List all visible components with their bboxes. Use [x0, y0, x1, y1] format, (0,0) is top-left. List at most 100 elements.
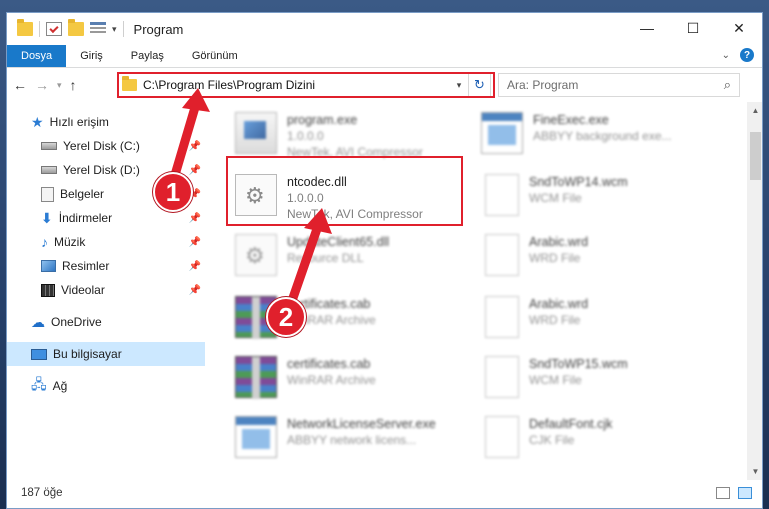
step-badge-1: 1	[153, 172, 193, 212]
scroll-up-arrow-icon[interactable]: ▲	[747, 102, 762, 119]
window-title: Program	[133, 21, 184, 37]
music-icon: ♪	[41, 234, 48, 250]
maximize-button[interactable]: ☐	[670, 13, 716, 43]
sidebar-item-music[interactable]: ♪ Müzik 📌	[7, 230, 205, 254]
sidebar-item-label: Hızlı erişim	[49, 115, 109, 129]
file-item[interactable]: SndToWP14.wcm WCM File	[475, 170, 705, 222]
file-item[interactable]: UpdateClient65.dll Resource DLL	[229, 230, 459, 282]
file-name: Arabic.wrd	[529, 235, 589, 249]
help-icon[interactable]: ?	[740, 48, 754, 62]
refresh-icon[interactable]: ↻	[468, 74, 490, 96]
file-item[interactable]: FineExec.exe ABBYY background exe...	[475, 108, 705, 160]
pin-icon[interactable]: 📌	[189, 261, 201, 272]
file-item[interactable]: Arabic.wrd WRD File	[475, 230, 705, 282]
sidebar-item-local-disk-c[interactable]: Yerel Disk (C:) 📌	[7, 134, 205, 158]
forward-arrow-icon[interactable]: →	[35, 77, 49, 93]
chevron-down-icon[interactable]: ▾	[112, 24, 117, 35]
sidebar-item-label: Ağ	[52, 379, 68, 393]
address-bar[interactable]: C:\Program Files\Program Dizini ▾ ↻	[117, 73, 491, 97]
step-badge-2: 2	[266, 297, 306, 337]
file-version: 1.0.0.0	[287, 129, 324, 143]
sidebar-item-label: İndirmeler	[58, 211, 113, 225]
file-type: WRD File	[529, 313, 581, 327]
up-arrow-icon[interactable]: ↑	[70, 77, 77, 93]
pictures-icon	[41, 260, 56, 272]
sidebar-item-label: Yerel Disk (C:)	[63, 139, 140, 153]
file-type: WCM File	[529, 373, 582, 387]
sidebar-item-this-pc[interactable]: Bu bilgisayar	[7, 342, 205, 366]
scrollbar-thumb[interactable]	[750, 132, 761, 180]
details-view-icon[interactable]	[716, 487, 730, 499]
sidebar-item-network[interactable]: 🖧 Ağ	[7, 374, 205, 398]
close-button[interactable]: ✕	[716, 13, 762, 43]
file-name: Arabic.wrd	[529, 297, 589, 311]
file-item[interactable]: certificates.cab WinRAR Archive	[229, 352, 459, 404]
new-folder-icon[interactable]	[68, 19, 84, 36]
tab-share[interactable]: Paylaş	[117, 45, 178, 67]
file-name: SndToWP14.wcm	[529, 175, 628, 189]
file-explorer-window: ▾ Program — ☐ ✕ Dosya Giriş Paylaş Görün…	[6, 12, 763, 509]
tab-file[interactable]: Dosya	[7, 45, 67, 67]
address-path[interactable]: C:\Program Files\Program Dizini	[143, 78, 450, 92]
vertical-scrollbar[interactable]: ▲ ▼	[747, 102, 762, 480]
drive-icon	[41, 142, 57, 150]
back-arrow-icon[interactable]: ←	[13, 77, 27, 93]
sidebar-item-pictures[interactable]: Resimler 📌	[7, 254, 205, 278]
computer-icon	[31, 348, 47, 360]
search-box[interactable]: ⌕	[498, 73, 740, 97]
file-description: ABBYY network licens...	[287, 433, 417, 447]
file-description: ABBYY background exe...	[533, 129, 672, 143]
window-controls: — ☐ ✕	[624, 13, 762, 43]
search-input[interactable]	[507, 78, 724, 92]
expand-ribbon-chevron-icon[interactable]: ⌄	[722, 50, 730, 61]
tiles-view-icon[interactable]	[738, 487, 752, 499]
minimize-button[interactable]: —	[624, 13, 670, 43]
sidebar-item-quick-access[interactable]: ★ Hızlı erişim	[7, 110, 205, 134]
sidebar-item-label: Videolar	[61, 283, 105, 297]
app-icon	[235, 416, 277, 458]
file-type: WinRAR Archive	[287, 373, 376, 387]
sidebar-item-onedrive[interactable]: ☁ OneDrive	[7, 310, 205, 334]
file-item[interactable]: DefaultFont.cjk CJK File	[475, 412, 705, 464]
tab-view[interactable]: Görünüm	[178, 45, 252, 67]
sidebar-item-label: Resimler	[62, 259, 110, 273]
drive-icon	[41, 166, 57, 174]
sidebar-item-label: OneDrive	[51, 315, 102, 329]
file-type: Resource DLL	[287, 251, 364, 265]
file-name: DefaultFont.cjk	[529, 417, 613, 431]
download-icon: ⬇	[41, 209, 53, 226]
file-item[interactable]: program.exe 1.0.0.0 NewTek, AVI Compress…	[229, 108, 459, 160]
pin-icon[interactable]: 📌	[189, 165, 201, 176]
properties-check-icon[interactable]	[46, 22, 62, 36]
item-count: 187 öğe	[21, 487, 63, 499]
address-dropdown-chevron-icon[interactable]: ▾	[450, 80, 468, 91]
pin-icon[interactable]: 📌	[189, 285, 201, 296]
file-item[interactable]: certificates.cab WinRAR Archive	[229, 292, 459, 344]
search-icon[interactable]: ⌕	[724, 77, 731, 93]
file-type: WCM File	[529, 191, 582, 205]
file-item[interactable]: Arabic.wrd WRD File	[475, 292, 705, 344]
folder-icon	[17, 19, 33, 36]
file-type: WRD File	[529, 251, 581, 265]
recent-locations-chevron-icon[interactable]: ▾	[57, 80, 62, 91]
file-item[interactable]: SndToWP15.wcm WCM File	[475, 352, 705, 404]
sidebar-item-label: Bu bilgisayar	[53, 347, 122, 361]
pin-icon[interactable]: 📌	[189, 237, 201, 248]
document-icon	[485, 296, 519, 338]
ribbon-tabs: Dosya Giriş Paylaş Görünüm ⌄ ?	[7, 45, 762, 68]
pin-icon[interactable]: 📌	[189, 141, 201, 152]
file-name: certificates.cab	[287, 357, 371, 371]
sidebar-item-videos[interactable]: Videolar 📌	[7, 278, 205, 302]
toolbar-separator	[122, 21, 124, 37]
file-item[interactable]: NetworkLicenseServer.exe ABBYY network l…	[229, 412, 459, 464]
file-name: program.exe	[287, 113, 358, 127]
pin-icon[interactable]: 📌	[189, 213, 201, 224]
properties-icon[interactable]	[90, 22, 106, 36]
documents-icon	[41, 186, 54, 202]
network-icon: 🖧	[31, 376, 47, 392]
cloud-icon: ☁	[31, 313, 45, 330]
tab-home[interactable]: Giriş	[66, 45, 117, 67]
document-icon	[485, 174, 519, 216]
file-highlight-box	[226, 156, 463, 226]
document-icon	[485, 356, 519, 398]
